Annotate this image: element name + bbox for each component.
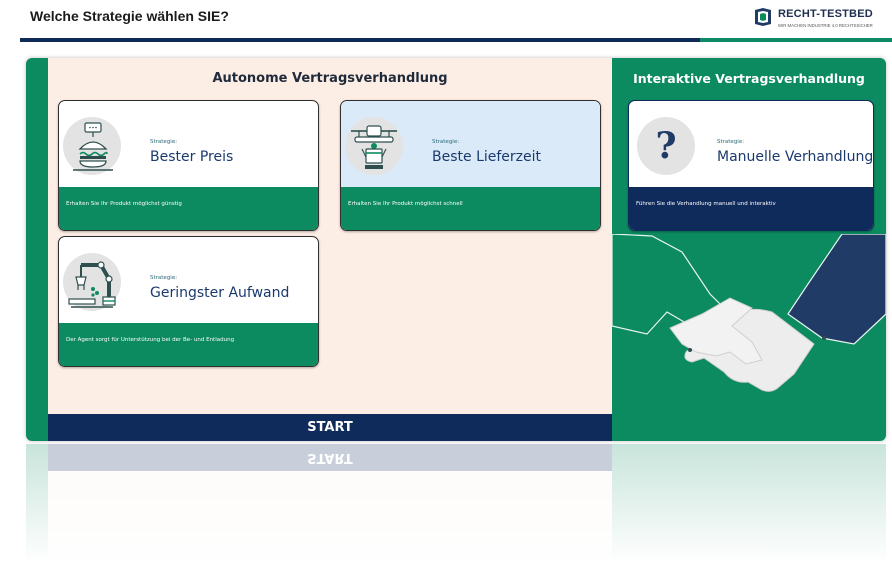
strategy-card-best-delivery-time[interactable]: Strategie: Beste Lieferzeit Erhalten Sie… <box>340 100 601 231</box>
reflection-interactive <box>612 444 886 562</box>
page-title: Welche Strategie wählen SIE? <box>30 8 229 24</box>
reflection-start-label: START <box>307 450 353 465</box>
card-header: Strategie: Beste Lieferzeit <box>341 101 600 187</box>
reflection-left <box>26 444 48 562</box>
app-header: Welche Strategie wählen SIE? RECHT-TESTB… <box>0 0 892 40</box>
strategy-label: Strategie: <box>150 275 178 281</box>
strategy-name: Beste Lieferzeit <box>432 149 542 165</box>
strategy-label: Strategie: <box>150 139 178 145</box>
autonomous-negotiation-section: Autonome Vertragsverhandlung Strategie: … <box>48 58 612 414</box>
strategy-label: Strategie: <box>432 139 460 145</box>
card-footer: Führen Sie die Verhandlung manuell und i… <box>629 187 873 230</box>
strategy-description: Der Agent sorgt für Unterstützung bei de… <box>66 337 235 343</box>
recht-testbed-logo: RECHT-TESTBED WIR MACHEN INDUSTRIE 4.0 R… <box>752 6 887 32</box>
header-divider-navy <box>20 38 720 42</box>
strategy-description: Erhalten Sie Ihr Produkt möglichst günst… <box>66 201 182 207</box>
interactive-negotiation-section: Interaktive Vertragsverhandlung ? Strate… <box>612 58 886 441</box>
card-header: Strategie: Bester Preis <box>59 101 318 187</box>
interactive-section-title: Interaktive Vertragsverhandlung <box>633 71 865 86</box>
strategy-card-least-effort[interactable]: Strategie: Geringster Aufwand Der Agent … <box>58 236 319 367</box>
logo-name: RECHT-TESTBED <box>778 8 873 20</box>
svg-text:?: ? <box>655 125 676 167</box>
card-footer: Der Agent sorgt für Unterstützung bei de… <box>59 323 318 366</box>
strategy-name: Geringster Aufwand <box>150 285 290 301</box>
header-divider-green <box>700 38 892 42</box>
robot-arm-icon <box>63 253 121 311</box>
card-header: ? Strategie: Manuelle Verhandlung <box>629 101 873 187</box>
strategy-description: Führen Sie die Verhandlung manuell und i… <box>636 201 776 207</box>
autonomous-section-title: Autonome Vertragsverhandlung <box>212 71 448 86</box>
strategy-label: Strategie: <box>717 139 745 145</box>
strategy-description: Erhalten Sie Ihr Produkt möglichst schne… <box>348 201 463 207</box>
strategy-name: Manuelle Verhandlung <box>717 149 874 165</box>
panel-reflection: START <box>26 444 886 562</box>
card-header: Strategie: Geringster Aufwand <box>59 237 318 323</box>
strategy-name: Bester Preis <box>150 149 234 165</box>
drone-icon <box>345 117 403 175</box>
start-button[interactable]: START <box>48 414 612 441</box>
reflection-start-bar: START <box>48 444 612 471</box>
card-footer: Erhalten Sie Ihr Produkt möglichst günst… <box>59 187 318 230</box>
logo-mark-icon <box>755 8 771 26</box>
question-mark-icon: ? <box>637 117 695 175</box>
strategy-card-manual-negotiation[interactable]: ? Strategie: Manuelle Verhandlung Führen… <box>628 100 874 231</box>
strategy-selection-panel: Autonome Vertragsverhandlung Strategie: … <box>26 58 886 441</box>
card-footer: Erhalten Sie Ihr Produkt möglichst schne… <box>341 187 600 230</box>
left-accent-bar <box>26 58 48 441</box>
burger-machine-icon <box>63 117 121 175</box>
handshake-icon <box>612 234 886 392</box>
logo-tagline: WIR MACHEN INDUSTRIE 4.0 RECHTSSICHER <box>778 23 873 28</box>
strategy-card-best-price[interactable]: Strategie: Bester Preis Erhalten Sie Ihr… <box>58 100 319 231</box>
